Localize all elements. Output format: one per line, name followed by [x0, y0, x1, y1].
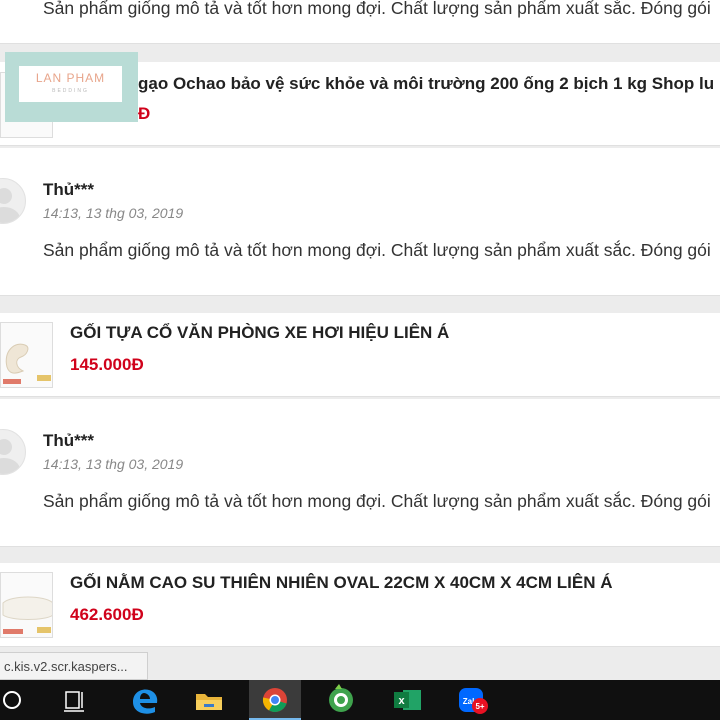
notification-badge: 5+	[475, 702, 484, 711]
product-thumbnail[interactable]	[0, 322, 53, 388]
product-thumbnail[interactable]	[0, 572, 53, 638]
cortana-icon[interactable]	[0, 680, 38, 720]
excel-icon[interactable]: x	[381, 680, 433, 720]
product-card[interactable]: GỐI TỰA CỔ VĂN PHÒNG XE HƠI HIỆU LIÊN Á …	[0, 313, 720, 397]
product-price: 145.000Đ	[70, 355, 144, 374]
product-card[interactable]: GỐI NẰM CAO SU THIÊN NHIÊN OVAL 22CM X 4…	[0, 563, 720, 647]
review-text: Sản phẩm giống mô tả và tốt hơn mong đợi…	[43, 0, 711, 18]
review-date: 14:13, 13 thg 03, 2019	[43, 205, 184, 221]
svg-text:x: x	[398, 695, 405, 707]
latex-pillow-image	[2, 596, 52, 634]
review-text: Sản phẩm giống mô tả và tốt hơn mong đợi…	[43, 491, 711, 511]
logo-name: LAN PHAM	[35, 71, 106, 85]
chrome-icon[interactable]	[249, 680, 301, 720]
product-title[interactable]: GỐI TỰA CỔ VĂN PHÒNG XE HƠI HIỆU LIÊN Á	[70, 323, 449, 343]
review-feed: Sản phẩm giống mô tả và tốt hơn mong đợi…	[0, 0, 720, 680]
logo-badge: LAN PHAM BEDDING	[19, 66, 122, 102]
neck-pillow-image	[3, 343, 51, 384]
reviewer-name: Thủ***	[43, 180, 94, 199]
avatar	[0, 429, 26, 475]
product-price: Đ	[138, 104, 151, 123]
coccoc-icon[interactable]	[315, 680, 367, 720]
zalo-icon[interactable]: Zalo 5+	[448, 680, 500, 720]
product-price: 462.600Đ	[70, 605, 144, 624]
product-title[interactable]: gạo Ochao bảo vệ sức khỏe và môi trường …	[138, 74, 714, 94]
review-card: Thủ*** 14:13, 13 thg 03, 2019 Sản phẩm g…	[0, 148, 720, 296]
logo-subtitle: BEDDING	[52, 88, 89, 94]
edge-icon[interactable]	[118, 680, 170, 720]
review-date: 14:13, 13 thg 03, 2019	[43, 456, 184, 472]
avatar	[0, 178, 26, 224]
browser-status-url: c.kis.v2.scr.kaspers...	[0, 652, 148, 680]
review-card: Thủ*** 14:13, 13 thg 03, 2019 Sản phẩm g…	[0, 399, 720, 547]
product-title[interactable]: GỐI NẰM CAO SU THIÊN NHIÊN OVAL 22CM X 4…	[70, 573, 613, 593]
shop-logo[interactable]: LAN PHAM BEDDING	[5, 52, 138, 122]
review-text: Sản phẩm giống mô tả và tốt hơn mong đợi…	[43, 240, 711, 260]
windows-taskbar: x Zalo 5+	[0, 680, 720, 720]
reviewer-name: Thủ***	[43, 431, 94, 450]
review-card: Sản phẩm giống mô tả và tốt hơn mong đợi…	[0, 0, 720, 44]
file-explorer-icon[interactable]	[183, 680, 235, 720]
task-view-icon[interactable]	[48, 680, 100, 720]
